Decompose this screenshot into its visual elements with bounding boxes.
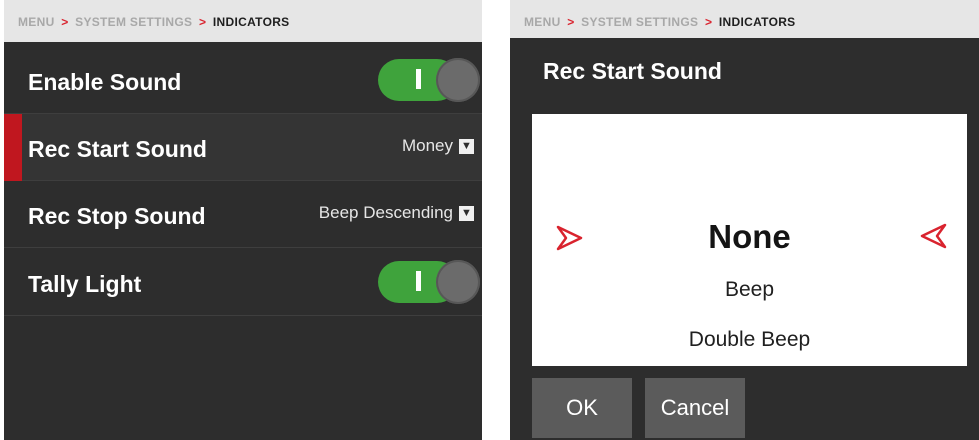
selected-row-marker	[4, 114, 22, 181]
breadcrumb: MENU > SYSTEM SETTINGS > INDICATORS	[510, 0, 979, 38]
dropdown-value: Beep Descending	[318, 203, 453, 222]
enable-sound-row[interactable]: Enable Sound	[4, 47, 482, 114]
rec-stop-sound-row[interactable]: Rec Stop Sound Beep Descending ▼	[4, 181, 482, 248]
breadcrumb: MENU > SYSTEM SETTINGS > INDICATORS	[4, 0, 482, 42]
rec-stop-sound-label: Rec Stop Sound	[28, 203, 206, 229]
rec-stop-sound-dropdown[interactable]: Beep Descending ▼	[319, 203, 474, 223]
rec-start-sound-dropdown[interactable]: Money ▼	[402, 136, 474, 156]
dialog-title: Rec Start Sound	[543, 58, 722, 84]
breadcrumb-separator: >	[61, 15, 69, 29]
breadcrumb-indicators: INDICATORS	[718, 15, 796, 29]
rec-start-sound-row[interactable]: Rec Start Sound Money ▼	[4, 114, 482, 181]
dropdown-arrow-icon[interactable]: ▼	[459, 138, 474, 154]
sound-picker[interactable]: None Beep Double Beep	[532, 114, 967, 366]
rec-start-sound-label: Rec Start Sound	[28, 136, 207, 162]
breadcrumb-separator: >	[704, 15, 713, 29]
ok-button[interactable]: OK	[532, 378, 632, 438]
toggle-knob	[436, 260, 480, 304]
breadcrumb-separator: >	[198, 15, 207, 29]
dropdown-arrow-icon[interactable]: ▼	[459, 205, 474, 221]
tally-light-toggle[interactable]	[378, 260, 480, 304]
tally-light-label: Tally Light	[28, 271, 142, 297]
breadcrumb-menu[interactable]: MENU	[524, 15, 561, 29]
toggle-on-indicator-icon	[416, 69, 421, 89]
enable-sound-toggle[interactable]	[378, 58, 480, 102]
breadcrumb-separator: >	[567, 15, 575, 29]
enable-sound-label: Enable Sound	[28, 69, 182, 95]
picker-option[interactable]: Double Beep	[532, 328, 967, 352]
rec-start-sound-dialog: MENU > SYSTEM SETTINGS > INDICATORS Rec …	[510, 0, 979, 440]
toggle-knob	[436, 58, 480, 102]
cancel-button[interactable]: Cancel	[645, 378, 745, 438]
picker-selected-option[interactable]: None	[532, 218, 967, 256]
picker-option[interactable]: Beep	[532, 278, 967, 302]
toggle-on-indicator-icon	[416, 271, 421, 291]
right-triangle-arrow-icon[interactable]	[919, 221, 949, 251]
breadcrumb-indicators: INDICATORS	[212, 15, 290, 29]
breadcrumb-menu[interactable]: MENU	[18, 15, 55, 29]
breadcrumb-system-settings[interactable]: SYSTEM SETTINGS	[75, 15, 192, 29]
breadcrumb-system-settings[interactable]: SYSTEM SETTINGS	[581, 15, 698, 29]
indicators-settings-panel: MENU > SYSTEM SETTINGS > INDICATORS Enab…	[4, 0, 482, 440]
tally-light-row[interactable]: Tally Light	[4, 249, 482, 316]
dropdown-value: Money	[401, 136, 453, 155]
